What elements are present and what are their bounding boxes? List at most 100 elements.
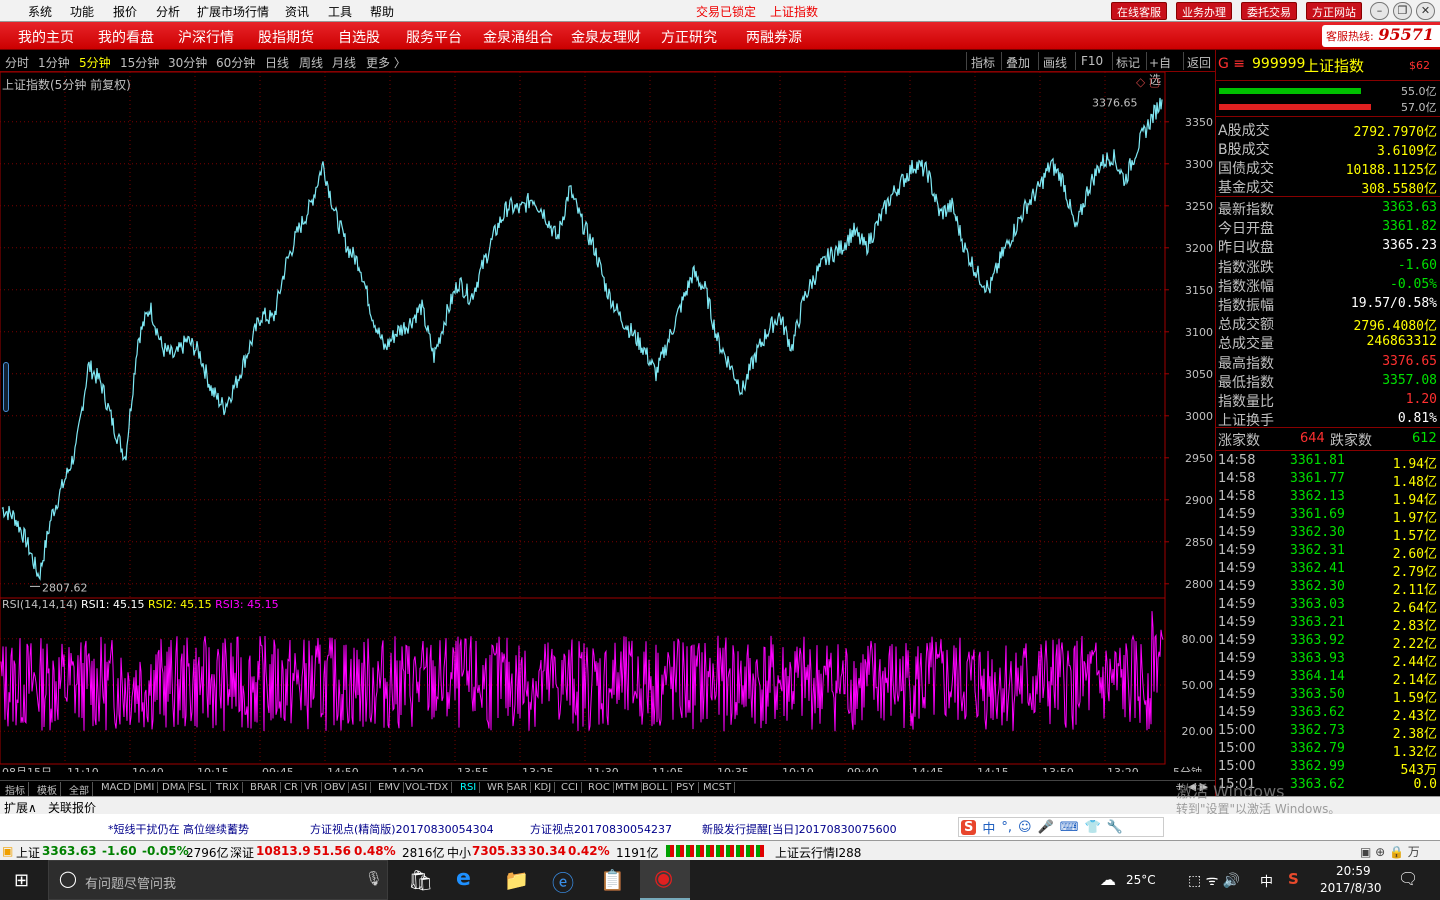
indicator-tab[interactable]: BRAR [247, 782, 282, 793]
tray-expand-icon[interactable]: ⬚ ᯤ 🔊 [1188, 871, 1240, 890]
indicator-tab[interactable]: MCST [700, 782, 736, 793]
chart-scroll-handle[interactable] [3, 362, 9, 412]
windows-start-icon[interactable]: ⊞ [14, 870, 29, 891]
nav-margin[interactable]: 两融券源 [746, 27, 802, 47]
news-item[interactable]: 新股发行提醒[当日]20170830075600 [702, 821, 897, 837]
g-icon[interactable]: G ≡ [1218, 56, 1245, 72]
menu-quote[interactable]: 报价 [113, 3, 137, 20]
news-item[interactable]: *短线干扰仍在 高位继续蓄势 [108, 821, 249, 837]
keyboard-icon[interactable]: ⌨ [1060, 820, 1079, 835]
indicator-tab[interactable]: RSI [457, 782, 481, 793]
period-15min[interactable]: 15分钟 [120, 54, 159, 71]
indicator-tab[interactable]: DMA [159, 782, 190, 793]
emoji-icon[interactable]: ☺ [1018, 820, 1032, 835]
indicator-tab[interactable]: ROC [585, 782, 614, 793]
period-day[interactable]: 日线 [265, 54, 289, 71]
period-more[interactable]: 更多 〉 [366, 54, 406, 71]
trade-button[interactable]: 委托交易 [1241, 2, 1297, 20]
indicator-tab[interactable]: FSL [186, 782, 211, 793]
close-icon[interactable]: ✕ [1416, 2, 1435, 20]
indicator-tab[interactable]: CCI [558, 782, 582, 793]
indicator-tab[interactable]: PSY [673, 782, 699, 793]
indicator-tab[interactable]: MTM [612, 782, 643, 793]
menu-function[interactable]: 功能 [70, 3, 94, 20]
minimize-icon[interactable]: – [1370, 2, 1389, 20]
period-tick[interactable]: 分时 [5, 54, 29, 71]
nav-futures[interactable]: 股指期货 [258, 27, 314, 47]
notes-icon[interactable]: 📋 [600, 868, 625, 892]
period-week[interactable]: 周线 [299, 54, 323, 71]
indicator-tab[interactable]: TRIX [213, 782, 243, 793]
news-item[interactable]: 方证视点(精简版)20170830054304 [310, 821, 494, 837]
period-60min[interactable]: 60分钟 [216, 54, 255, 71]
edge-icon[interactable]: e [456, 866, 471, 891]
menu-help[interactable]: 帮助 [370, 3, 394, 20]
menu-system[interactable]: 系统 [28, 3, 52, 20]
period-1min[interactable]: 1分钟 [38, 54, 70, 71]
trade-lock-status[interactable]: 交易已锁定 [696, 3, 756, 20]
nav-service[interactable]: 服务平台 [406, 27, 462, 47]
chart-expand-icon[interactable]: ◇ ▢ [1136, 75, 1160, 89]
business-button[interactable]: 业务办理 [1176, 2, 1232, 20]
nav-sh-sz[interactable]: 沪深行情 [178, 27, 234, 47]
indicator-tab[interactable]: DMI [132, 782, 159, 793]
period-month[interactable]: 月线 [332, 54, 356, 71]
sz-price[interactable]: 10813.9 [256, 844, 311, 858]
website-button[interactable]: 方正网站 [1306, 2, 1362, 20]
menu-ext-market[interactable]: 扩展市场行情 [197, 3, 269, 20]
indicator-tab[interactable]: 指标 [2, 782, 29, 797]
punctuation-icon[interactable]: °, [1001, 820, 1012, 835]
indicator-tab[interactable]: BOLL [639, 782, 672, 793]
ime-toolbar[interactable]: S 中 °, ☺ 🎤 ⌨ 👕 🔧 [958, 817, 1164, 837]
temperature[interactable]: 25°C [1126, 873, 1156, 887]
restore-icon[interactable]: ❐ [1393, 2, 1412, 20]
sogou-tray-icon[interactable]: S [1288, 870, 1299, 888]
indicator-tab[interactable]: EMV [375, 782, 404, 793]
menu-news[interactable]: 资讯 [285, 3, 309, 20]
menu-tools[interactable]: 工具 [328, 3, 352, 20]
sh-price[interactable]: 3363.63 [42, 844, 97, 858]
ime-mode[interactable]: 中 [982, 818, 995, 837]
online-service-button[interactable]: 在线客服 [1111, 2, 1167, 20]
tray-icons[interactable]: ▣ ⊕ 🔒 万 [1360, 843, 1420, 860]
news-item[interactable]: 方证视点20170830054237 [530, 821, 672, 837]
ime-indicator[interactable]: 中 [1260, 871, 1273, 890]
indicator-tab[interactable]: ASI [348, 782, 372, 793]
nav-portfolio[interactable]: 金泉涌组合 [483, 27, 553, 47]
tool-draw[interactable]: 画线 [1038, 52, 1074, 70]
period-5min[interactable]: 5分钟 [79, 54, 111, 71]
kline-chart[interactable]: 3350 3300 3250 3200 3150 3100 3050 3000 2950 2900… [0, 72, 1215, 772]
wrench-icon[interactable]: 🔧 [1107, 820, 1123, 835]
indicator-tab[interactable]: VOL-TDX [402, 782, 453, 793]
nav-watchlist[interactable]: 自选股 [338, 27, 380, 47]
nav-home[interactable]: 我的主页 [18, 27, 74, 47]
mic-icon[interactable]: 🎙 [365, 871, 383, 887]
nav-my-board[interactable]: 我的看盘 [98, 27, 154, 47]
tool-overlay[interactable]: 叠加 [1001, 52, 1037, 70]
explorer-icon[interactable]: 📁 [504, 868, 529, 892]
tool-back[interactable]: 返回 [1183, 52, 1215, 70]
mic-icon[interactable]: 🎤 [1038, 820, 1054, 835]
menu-analysis[interactable]: 分析 [156, 3, 180, 20]
tool-add-watch[interactable]: +自选 [1146, 52, 1182, 87]
clock-date[interactable]: 2017/8/30 [1320, 881, 1382, 895]
indicator-tab[interactable]: SAR [504, 782, 532, 793]
ie-icon[interactable]: ⓔ [552, 866, 574, 898]
notification-icon[interactable]: 🗨 [1398, 869, 1418, 888]
tool-mark[interactable]: 标记 [1112, 52, 1146, 70]
nav-finance[interactable]: 金泉友理财 [571, 27, 641, 47]
indicator-tab[interactable]: VR [301, 782, 322, 793]
zx-price[interactable]: 7305.33 [472, 844, 527, 858]
sogou-icon[interactable]: S [961, 819, 977, 835]
indicator-tab[interactable]: 模板 [34, 782, 61, 797]
cloud-quote-status[interactable]: 上证云行情I288 [775, 844, 861, 861]
indicator-tab[interactable]: OBV [321, 782, 350, 793]
indicator-tab[interactable]: KDJ [531, 782, 556, 793]
tool-f10[interactable]: F10 [1075, 52, 1111, 70]
indicator-tab[interactable]: 全部 [66, 782, 93, 797]
skin-icon[interactable]: 👕 [1085, 820, 1101, 835]
period-30min[interactable]: 30分钟 [168, 54, 207, 71]
indicator-tab[interactable]: MACD [98, 782, 135, 793]
clock-time[interactable]: 20:59 [1336, 864, 1371, 878]
tool-indicator[interactable]: 指标 [966, 52, 1000, 70]
